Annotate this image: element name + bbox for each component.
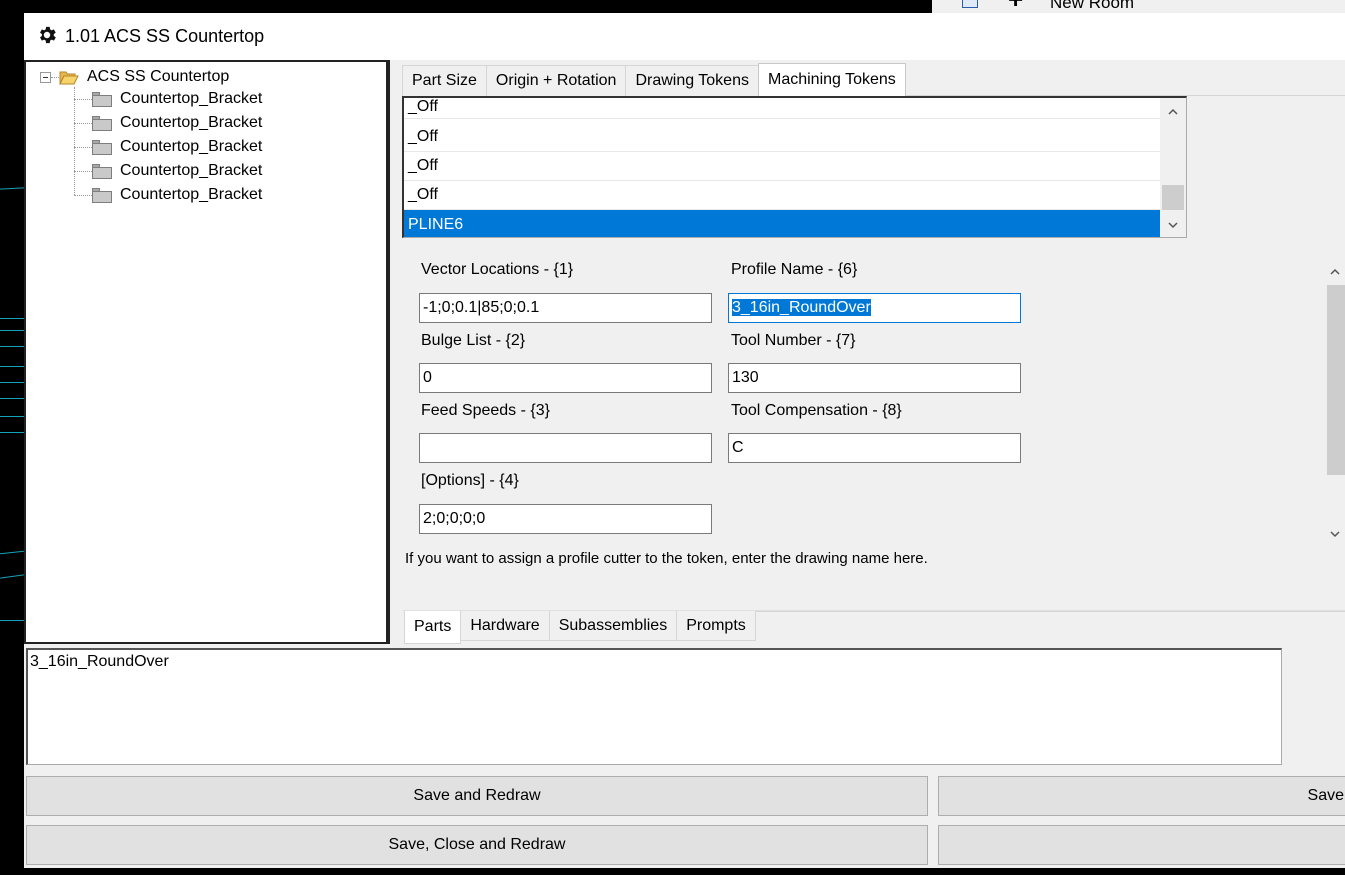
- tree-item-label: Countertop_Bracket: [120, 138, 263, 155]
- cad-line: [0, 366, 24, 367]
- tab-machining-tokens[interactable]: Machining Tokens: [757, 63, 906, 96]
- tab-part-size[interactable]: Part Size: [402, 65, 487, 96]
- folder-icon: [92, 91, 112, 107]
- gear-icon: [40, 26, 56, 44]
- list-item-selected[interactable]: PLINE6: [404, 210, 1161, 237]
- tab-origin-rotation[interactable]: Origin + Rotation: [485, 65, 627, 96]
- tree-item[interactable]: Countertop_Bracket: [74, 113, 262, 133]
- folder-icon: [92, 187, 112, 203]
- description-textbox[interactable]: 3_16in_RoundOver: [26, 648, 1282, 765]
- tree-connector: [74, 98, 92, 100]
- folder-icon: [92, 115, 112, 131]
- cad-line: [0, 318, 24, 319]
- tree-connector: [74, 194, 92, 196]
- tool-number-input[interactable]: 130: [728, 363, 1021, 393]
- right-action-button[interactable]: [938, 825, 1345, 865]
- tree-item[interactable]: Countertop_Bracket: [74, 137, 262, 157]
- cad-line: [0, 550, 24, 555]
- tab-subassemblies[interactable]: Subassemblies: [548, 611, 678, 641]
- options-label: [Options] - {4}: [421, 472, 519, 489]
- tool-number-label: Tool Number - {7}: [731, 332, 856, 349]
- hint-text: If you want to assign a profile cutter t…: [405, 550, 928, 567]
- tree-item-label: Countertop_Bracket: [120, 162, 263, 179]
- cad-line: [0, 574, 24, 579]
- plus-icon: +: [1008, 0, 1023, 12]
- folder-open-icon: [59, 71, 79, 84]
- vector-locations-label: Vector Locations - {1}: [421, 261, 574, 278]
- token-list-scrollbar[interactable]: [1160, 98, 1186, 237]
- tree-connector: [51, 76, 59, 78]
- chevron-up-icon[interactable]: [1329, 266, 1341, 278]
- tab-prompts[interactable]: Prompts: [676, 611, 756, 641]
- list-item[interactable]: _Off: [404, 152, 1161, 181]
- profile-name-selected-text: 3_16in_RoundOver: [732, 299, 871, 316]
- scroll-thumb[interactable]: [1162, 185, 1184, 210]
- chevron-down-icon[interactable]: [1167, 219, 1179, 231]
- tree-item-label: Countertop_Bracket: [120, 90, 263, 107]
- tree-item[interactable]: Countertop_Bracket: [74, 185, 262, 205]
- cad-line: [0, 382, 24, 383]
- cad-line: [0, 330, 24, 331]
- tool-compensation-label: Tool Compensation - {8}: [731, 402, 902, 419]
- tree-item[interactable]: Countertop_Bracket: [74, 161, 262, 181]
- cad-line: [0, 398, 24, 399]
- tab-parts[interactable]: Parts: [404, 611, 462, 644]
- options-input[interactable]: 2;0;0;0;0: [419, 504, 712, 534]
- feed-speeds-label: Feed Speeds - {3}: [421, 402, 550, 419]
- scroll-thumb[interactable]: [1327, 285, 1345, 475]
- collapse-icon[interactable]: [40, 71, 51, 83]
- tree-root-item[interactable]: ACS SS Countertop: [40, 68, 229, 86]
- save-close-redraw-button[interactable]: Save, Close and Redraw: [26, 825, 928, 865]
- cad-line: [0, 432, 24, 433]
- cad-line: [0, 187, 25, 190]
- assembly-tree[interactable]: ACS SS Countertop Countertop_Bracket Cou…: [24, 60, 390, 644]
- bulge-list-label: Bulge List - {2}: [421, 332, 526, 349]
- tab-drawing-tokens[interactable]: Drawing Tokens: [625, 65, 759, 96]
- tool-compensation-input[interactable]: C: [728, 433, 1021, 463]
- room-label: New Room: [1050, 0, 1135, 12]
- dialog-window: 1.01 ACS SS Countertop ACS SS Countertop…: [24, 13, 1345, 868]
- folder-icon: [92, 139, 112, 155]
- cad-line: [0, 620, 24, 621]
- list-item[interactable]: _Off: [404, 181, 1161, 210]
- profile-name-label: Profile Name - {6}: [731, 261, 858, 278]
- tree-connector: [74, 170, 92, 172]
- window-title: 1.01 ACS SS Countertop: [65, 26, 265, 46]
- cad-line: [0, 346, 24, 347]
- chevron-up-icon[interactable]: [1167, 106, 1179, 118]
- token-list[interactable]: _Off _Off _Off _Off PLINE6: [402, 96, 1187, 238]
- save-button[interactable]: Save: [938, 776, 1345, 816]
- token-fields-panel: Vector Locations - {1} -1;0;0.1|85;0;0.1…: [402, 245, 1345, 609]
- list-item[interactable]: _Off: [404, 98, 1161, 119]
- tree-connector: [74, 122, 92, 124]
- save-button-label: Save: [1307, 787, 1344, 804]
- profile-name-input[interactable]: 3_16in_RoundOver: [728, 293, 1021, 323]
- feed-speeds-input[interactable]: [419, 433, 712, 463]
- bulge-list-input[interactable]: 0: [419, 363, 712, 393]
- room-icon: [962, 0, 978, 8]
- fields-scrollbar[interactable]: [1324, 258, 1345, 550]
- folder-icon: [92, 163, 112, 179]
- tree-root-label: ACS SS Countertop: [87, 68, 230, 85]
- chevron-down-icon[interactable]: [1329, 528, 1341, 540]
- bottom-tab-strip: Parts Hardware Subassemblies Prompts: [404, 611, 756, 644]
- tab-hardware[interactable]: Hardware: [460, 611, 550, 641]
- background-room-toolbar: + New Room: [932, 0, 1345, 13]
- tree-item[interactable]: Countertop_Bracket: [74, 89, 262, 109]
- top-tab-strip: Part Size Origin + Rotation Drawing Toke…: [402, 63, 906, 96]
- tree-item-label: Countertop_Bracket: [120, 186, 263, 203]
- title-bar: 1.01 ACS SS Countertop: [24, 13, 1345, 60]
- tree-item-label: Countertop_Bracket: [120, 114, 263, 131]
- list-item[interactable]: _Off: [404, 123, 1161, 152]
- cad-line: [0, 416, 24, 417]
- save-and-redraw-button[interactable]: Save and Redraw: [26, 776, 928, 816]
- tree-connector: [74, 146, 92, 148]
- vector-locations-input[interactable]: -1;0;0.1|85;0;0.1: [419, 293, 712, 323]
